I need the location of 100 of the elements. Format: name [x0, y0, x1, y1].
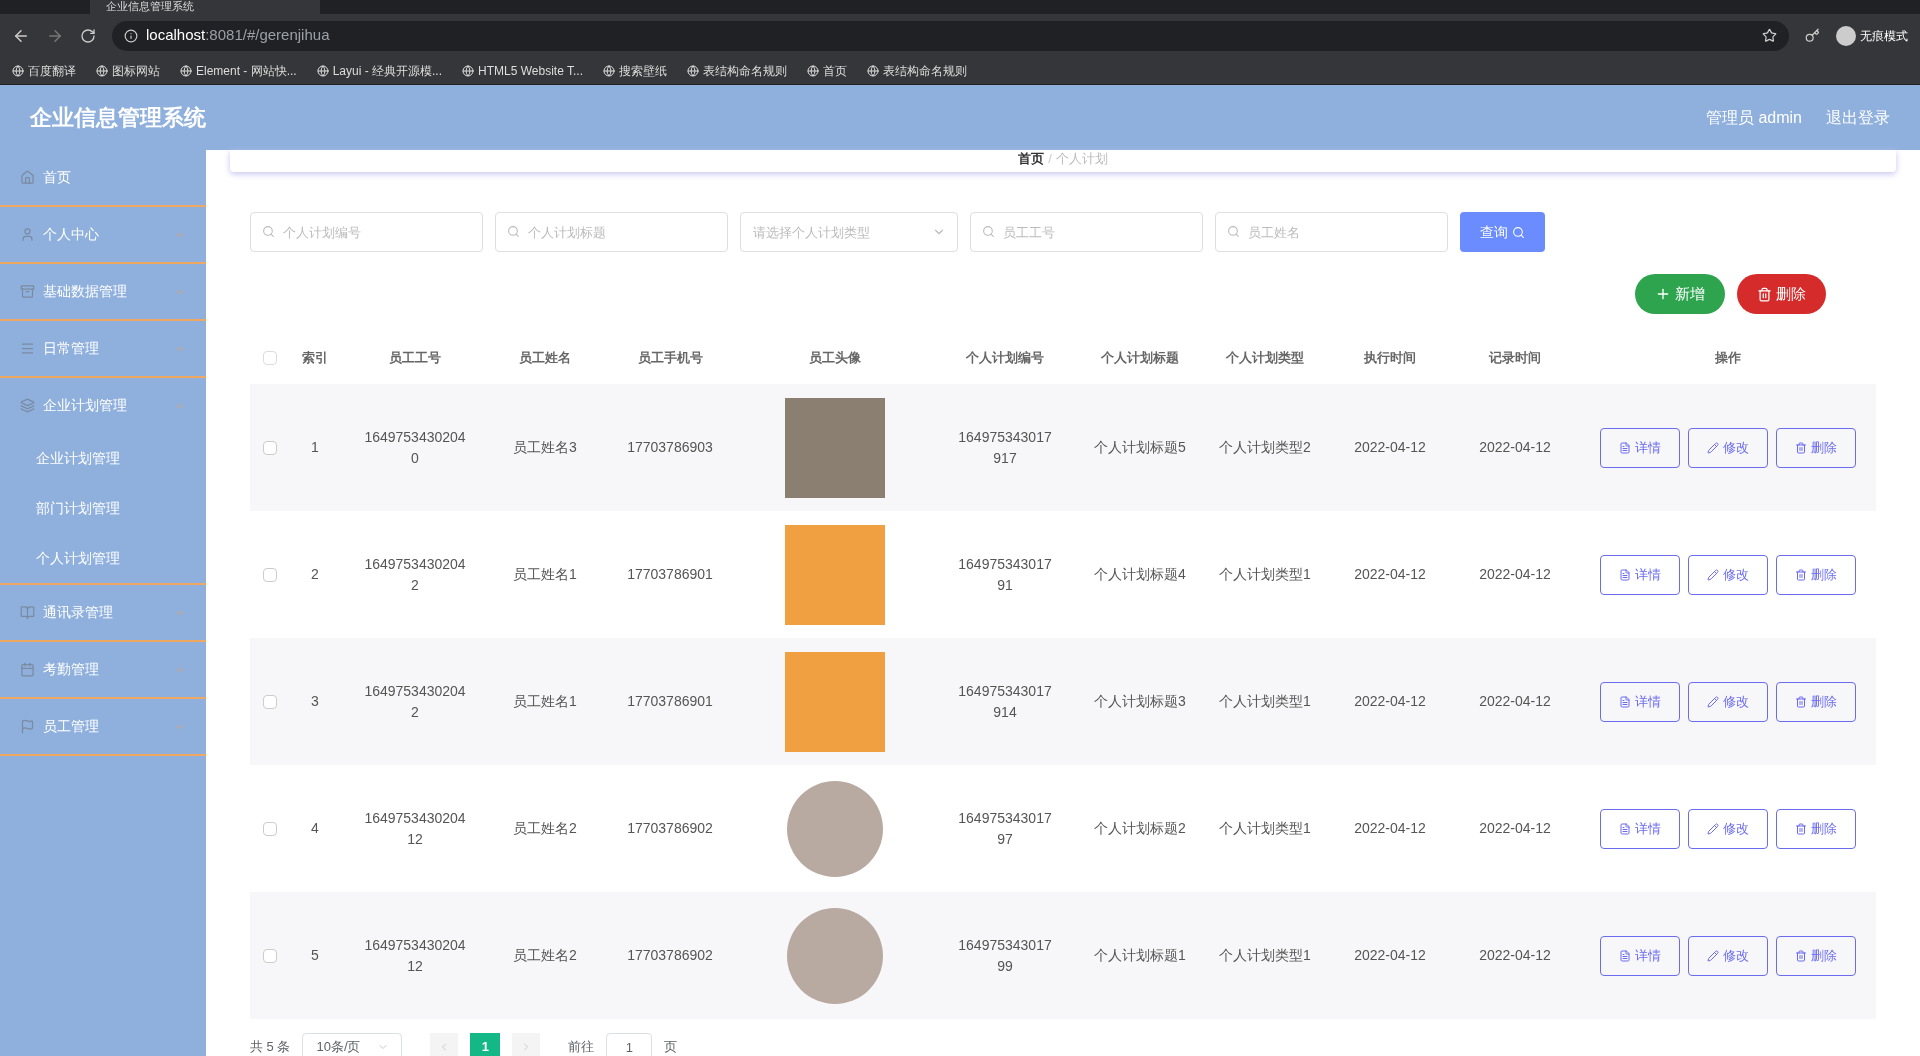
- sidebar-item[interactable]: 个人中心: [0, 207, 206, 262]
- bookmark-item[interactable]: 图标网站: [96, 61, 160, 80]
- table-cell-text: 17703786901: [626, 692, 714, 711]
- row-delete-button[interactable]: 删除: [1776, 554, 1856, 595]
- detail-button[interactable]: 详情: [1600, 935, 1680, 976]
- edit-button[interactable]: 修改: [1688, 554, 1768, 595]
- search-field[interactable]: 个人计划标题: [495, 212, 728, 252]
- table-cell-text: 员工姓名1: [512, 692, 578, 711]
- column-header: 执行时间: [1363, 349, 1417, 368]
- search-icon: [1512, 225, 1525, 239]
- table-cell-text: 个人计划标题5: [1093, 438, 1187, 457]
- bookmark-item[interactable]: HTML5 Website T...: [462, 61, 583, 80]
- sidebar-subitem[interactable]: 个人计划管理: [0, 533, 206, 583]
- document-icon: [1619, 441, 1631, 454]
- sidebar-item[interactable]: 首页: [0, 150, 206, 205]
- sidebar-item[interactable]: 企业计划管理: [0, 378, 206, 433]
- profile-chip[interactable]: 无痕模式: [1836, 25, 1908, 46]
- app-title: 企业信息管理系统: [30, 104, 206, 132]
- row-delete-button[interactable]: 删除: [1776, 808, 1856, 849]
- pencil-icon: [1707, 822, 1719, 835]
- bookmark-item[interactable]: 百度翻译: [12, 61, 76, 80]
- goto-page-field[interactable]: 1: [606, 1033, 653, 1056]
- table-cell-text: 17703786903: [626, 438, 714, 457]
- bookmark-item[interactable]: Layui - 经典开源模...: [316, 61, 443, 80]
- reload-icon[interactable]: [80, 27, 96, 44]
- table-cell-text: 1649753430204 2: [363, 554, 467, 595]
- delete-button[interactable]: 删除: [1737, 274, 1826, 314]
- detail-button[interactable]: 详情: [1600, 681, 1680, 722]
- select-field[interactable]: 请选择个人计划类型: [740, 212, 958, 252]
- search-field[interactable]: 员工姓名: [1215, 212, 1448, 252]
- table-cell-text: 4: [310, 819, 320, 838]
- bookmark-item[interactable]: 搜索壁纸: [603, 61, 667, 80]
- sidebar-item[interactable]: 考勤管理: [0, 642, 206, 697]
- table-cell-text: 2022-04-12: [1478, 819, 1552, 838]
- sidebar-item[interactable]: 通讯录管理: [0, 585, 206, 640]
- sidebar-item[interactable]: 日常管理: [0, 321, 206, 376]
- detail-button[interactable]: 详情: [1600, 808, 1680, 849]
- row-delete-button[interactable]: 删除: [1776, 427, 1856, 468]
- column-header: 员工姓名: [518, 349, 572, 368]
- search-button[interactable]: 查询: [1460, 212, 1545, 252]
- search-field[interactable]: 员工工号: [970, 212, 1203, 252]
- column-header: 员工手机号: [636, 349, 704, 368]
- document-icon: [1619, 822, 1631, 835]
- table-cell-text: 2022-04-12: [1353, 946, 1427, 965]
- breadcrumb-item[interactable]: 首页: [1018, 148, 1045, 168]
- bookmark-item[interactable]: 表结构命名规则: [867, 61, 967, 80]
- calendar-icon: [20, 662, 35, 677]
- search-field[interactable]: 个人计划编号: [250, 212, 483, 252]
- bookmark-star-icon[interactable]: [1762, 28, 1777, 43]
- user-label: 管理员 admin: [1705, 107, 1802, 128]
- checkbox[interactable]: [263, 440, 277, 455]
- globe-icon: [462, 64, 475, 77]
- search-icon: [262, 225, 275, 238]
- column-header: 员工头像: [808, 349, 862, 368]
- edit-button[interactable]: 修改: [1688, 427, 1768, 468]
- archive-icon: [20, 284, 35, 299]
- checkbox[interactable]: [263, 351, 277, 365]
- table-cell-text: 164975343017 914: [957, 681, 1053, 722]
- detail-button[interactable]: 详情: [1600, 554, 1680, 595]
- checkbox[interactable]: [263, 567, 277, 582]
- key-icon[interactable]: [1805, 28, 1820, 43]
- page-button[interactable]: 1: [470, 1033, 501, 1056]
- trash-icon: [1795, 949, 1807, 962]
- bookmark-item[interactable]: 表结构命名规则: [687, 61, 787, 80]
- table-cell-text: 3: [310, 692, 320, 711]
- logout-link[interactable]: 退出登录: [1826, 105, 1890, 130]
- sidebar-item[interactable]: 员工管理: [0, 699, 206, 754]
- checkbox[interactable]: [263, 694, 277, 709]
- address-bar[interactable]: localhost:8081/#/gerenjihua: [112, 20, 1789, 51]
- next-page-button[interactable]: [512, 1033, 541, 1056]
- bookmark-item[interactable]: Element - 网站快...: [180, 61, 297, 80]
- browser-tab[interactable]: 企业信息管理系统: [90, 0, 320, 14]
- table-cell-text: 1649753430204 12: [363, 935, 467, 976]
- table-cell-text: 17703786901: [626, 565, 714, 584]
- prev-page-button[interactable]: [430, 1033, 459, 1056]
- sidebar-subitem[interactable]: 企业计划管理: [0, 433, 206, 483]
- edit-button[interactable]: 修改: [1688, 935, 1768, 976]
- table-cell-text: 2022-04-12: [1353, 438, 1427, 457]
- bookmark-item[interactable]: 首页: [807, 61, 847, 80]
- table-cell-text: 2022-04-12: [1478, 565, 1552, 584]
- edit-button[interactable]: 修改: [1688, 808, 1768, 849]
- add-button[interactable]: 新增: [1635, 274, 1725, 314]
- row-delete-button[interactable]: 删除: [1776, 681, 1856, 722]
- sidebar-item[interactable]: 基础数据管理: [0, 264, 206, 319]
- house-icon: [20, 170, 35, 185]
- sidebar-subitem[interactable]: 部门计划管理: [0, 483, 206, 533]
- page-size-select[interactable]: 10条/页: [302, 1033, 403, 1056]
- table-cell-text: 1649753430204 12: [363, 808, 467, 849]
- breadcrumb-item: 个人计划: [1055, 149, 1108, 168]
- edit-button[interactable]: 修改: [1688, 681, 1768, 722]
- checkbox[interactable]: [263, 948, 277, 963]
- row-delete-button[interactable]: 删除: [1776, 935, 1856, 976]
- table-cell-text: 个人计划标题4: [1093, 565, 1187, 584]
- globe-icon: [687, 64, 699, 77]
- checkbox[interactable]: [263, 821, 277, 836]
- goto-label: 前往: [568, 1038, 595, 1056]
- globe-icon: [316, 64, 329, 77]
- trash-icon: [1795, 695, 1807, 708]
- globe-icon: [180, 64, 192, 77]
- detail-button[interactable]: 详情: [1600, 427, 1680, 468]
